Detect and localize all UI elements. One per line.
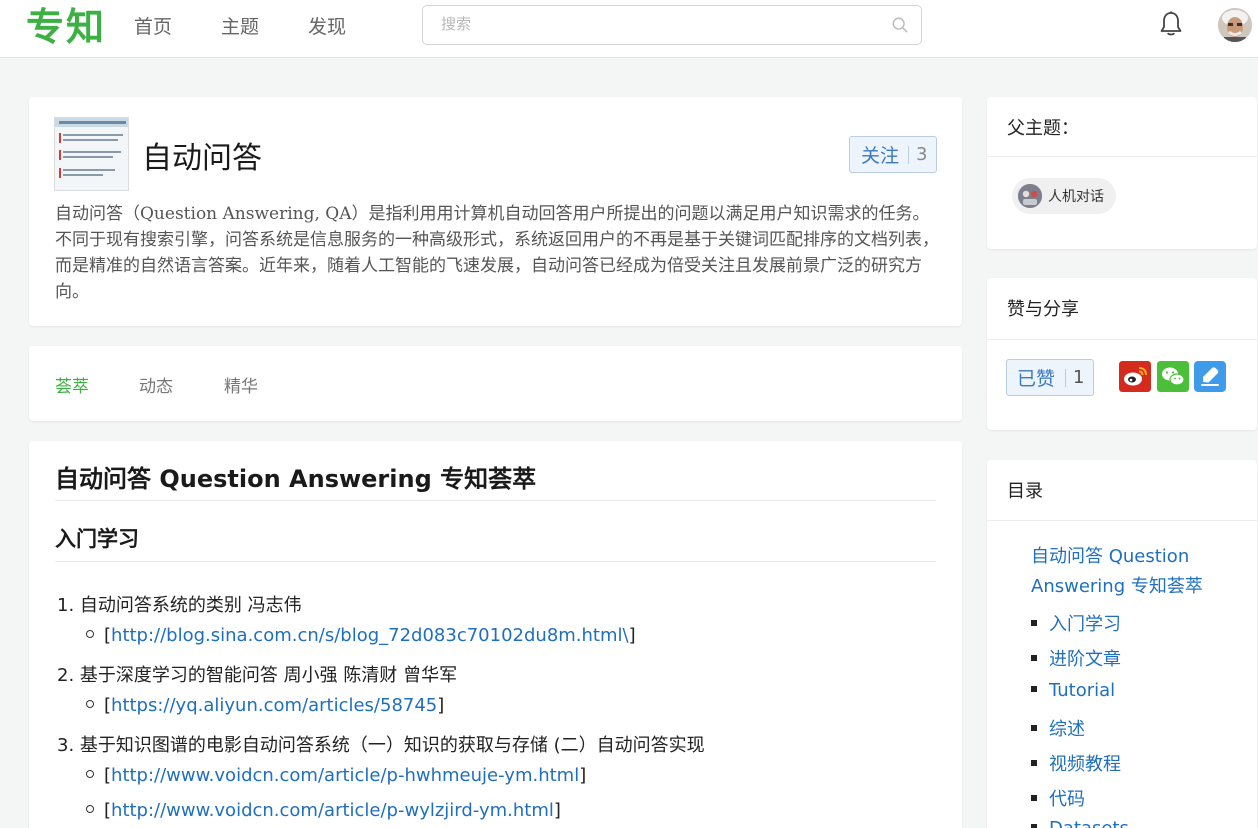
square-bullet-icon	[1031, 725, 1037, 731]
content-heading: 自动问答 Question Answering 专知荟萃	[55, 465, 537, 493]
square-bullet-icon	[1031, 795, 1037, 801]
toc-link[interactable]: 进阶文章	[1031, 645, 1121, 671]
circle-bullet-icon	[86, 770, 94, 778]
toc-link-label: Datasets	[1049, 818, 1129, 828]
circle-bullet-icon	[86, 805, 94, 813]
nav-topics[interactable]: 主题	[221, 12, 259, 39]
section-divider	[55, 561, 936, 562]
follow-label: 关注	[861, 145, 900, 167]
card-divider	[987, 520, 1257, 521]
resource-link[interactable]: http://www.voidcn.com/article/p-wylzjird…	[111, 800, 554, 821]
liked-divider	[1065, 368, 1067, 387]
resource-link[interactable]: https://yq.aliyun.com/articles/58745	[111, 695, 437, 716]
follow-button[interactable]: 关注 3	[849, 136, 937, 173]
toc-link-label: 代码	[1049, 789, 1085, 810]
topic-header-card: 自动问答 关注 3 自动问答（Question Answering, QA）是指…	[29, 97, 962, 326]
topic-tabs: 荟萃 动态 精华	[29, 346, 962, 421]
toc-link[interactable]: Datasets	[1031, 818, 1129, 828]
like-share-card: 赞与分享 已赞 1	[987, 278, 1257, 430]
toc-link-label: 进阶文章	[1049, 649, 1121, 670]
toc-link-label: Tutorial	[1049, 680, 1116, 701]
wechat-share-icon[interactable]	[1157, 361, 1189, 392]
tab-activity[interactable]: 动态	[139, 372, 173, 397]
toc-link[interactable]: 视频教程	[1031, 750, 1121, 776]
toc-link-label: 入门学习	[1049, 614, 1121, 635]
nav-discover[interactable]: 发现	[308, 12, 346, 39]
circle-bullet-icon	[86, 700, 94, 708]
toc-title: 目录	[1007, 481, 1043, 502]
list-item-text: 自动问答系统的类别 冯志伟	[79, 595, 302, 616]
card-divider	[987, 156, 1257, 157]
search-box[interactable]	[422, 5, 922, 45]
content-card: 自动问答 Question Answering 专知荟萃 入门学习 1. 自动问…	[29, 441, 962, 828]
toc-link-label: 视频教程	[1049, 754, 1121, 775]
topic-title: 自动问答	[142, 141, 262, 176]
search-input[interactable]	[441, 15, 861, 33]
section-heading: 入门学习	[55, 527, 139, 551]
follow-divider	[908, 145, 910, 164]
list-number: 2.	[57, 665, 75, 686]
square-bullet-icon	[1031, 760, 1037, 766]
parent-topic-chip[interactable]: 人机对话	[1012, 178, 1116, 214]
tab-curated[interactable]: 荟萃	[55, 372, 89, 397]
resource-link[interactable]: http://blog.sina.com.cn/s/blog_72d083c70…	[111, 625, 629, 646]
liked-count: 1	[1073, 367, 1085, 388]
sub-list-item: [http://www.voidcn.com/article/p-hwhmeuj…	[86, 765, 586, 786]
tab-featured[interactable]: 精华	[224, 372, 258, 397]
parent-topic-title: 父主题：	[1007, 118, 1079, 139]
topic-description: 自动问答（Question Answering, QA）是指利用用计算机自动回答…	[55, 204, 939, 302]
top-navbar: 专知 首页 主题 发现	[0, 0, 1258, 58]
follow-count: 3	[916, 144, 928, 165]
square-bullet-icon	[1031, 655, 1037, 661]
toc-link[interactable]: Tutorial	[1031, 680, 1115, 701]
topic-thumbnail	[54, 117, 129, 191]
card-divider	[987, 339, 1257, 340]
toc-card: 目录 自动问答 Question Answering 专知荟萃 入门学习 进阶文…	[987, 460, 1257, 828]
list-item-text: 基于知识图谱的电影自动问答系统（一）知识的获取与存储 (二）自动问答实现	[79, 735, 705, 756]
list-item: 2. 基于深度学习的智能问答 周小强 陈清财 曾华军	[57, 661, 457, 687]
toc-link-top[interactable]: 自动问答 Question Answering 专知荟萃	[1031, 542, 1231, 602]
square-bullet-icon	[1031, 620, 1037, 626]
sub-list-item: [http://www.voidcn.com/article/p-wylzjir…	[86, 800, 561, 821]
topic-avatar-icon	[1018, 184, 1042, 208]
sub-list-item: [http://blog.sina.com.cn/s/blog_72d083c7…	[86, 625, 636, 646]
liked-label: 已赞	[1017, 368, 1056, 390]
square-bullet-icon	[1031, 824, 1037, 828]
toc-link[interactable]: 综述	[1031, 715, 1085, 741]
resource-link[interactable]: http://www.voidcn.com/article/p-hwhmeuje…	[111, 765, 579, 786]
list-number: 3.	[57, 735, 75, 756]
parent-topic-label: 人机对话	[1048, 189, 1104, 205]
like-share-title: 赞与分享	[1007, 299, 1079, 320]
weibo-share-icon[interactable]	[1119, 361, 1151, 392]
list-item: 1. 自动问答系统的类别 冯志伟	[57, 591, 302, 617]
user-avatar[interactable]	[1218, 8, 1252, 42]
sub-list-item: [https://yq.aliyun.com/articles/58745]	[86, 695, 444, 716]
list-number: 1.	[57, 595, 75, 616]
search-icon[interactable]	[891, 16, 909, 34]
liked-button[interactable]: 已赞 1	[1006, 359, 1094, 396]
toc-link[interactable]: 代码	[1031, 785, 1085, 811]
parent-topic-card: 父主题： 人机对话	[987, 97, 1257, 249]
bell-icon[interactable]	[1157, 10, 1185, 38]
list-item-text: 基于深度学习的智能问答 周小强 陈清财 曾华军	[79, 665, 458, 686]
site-logo[interactable]: 专知	[26, 2, 106, 52]
heading-divider	[55, 500, 936, 501]
toc-link-label: 综述	[1049, 719, 1085, 740]
square-bullet-icon	[1031, 686, 1037, 692]
nav-home[interactable]: 首页	[134, 12, 172, 39]
toc-link[interactable]: 入门学习	[1031, 610, 1121, 636]
list-item: 3. 基于知识图谱的电影自动问答系统（一）知识的获取与存储 (二）自动问答实现	[57, 731, 705, 757]
circle-bullet-icon	[86, 630, 94, 638]
blue-share-icon[interactable]	[1194, 361, 1226, 392]
